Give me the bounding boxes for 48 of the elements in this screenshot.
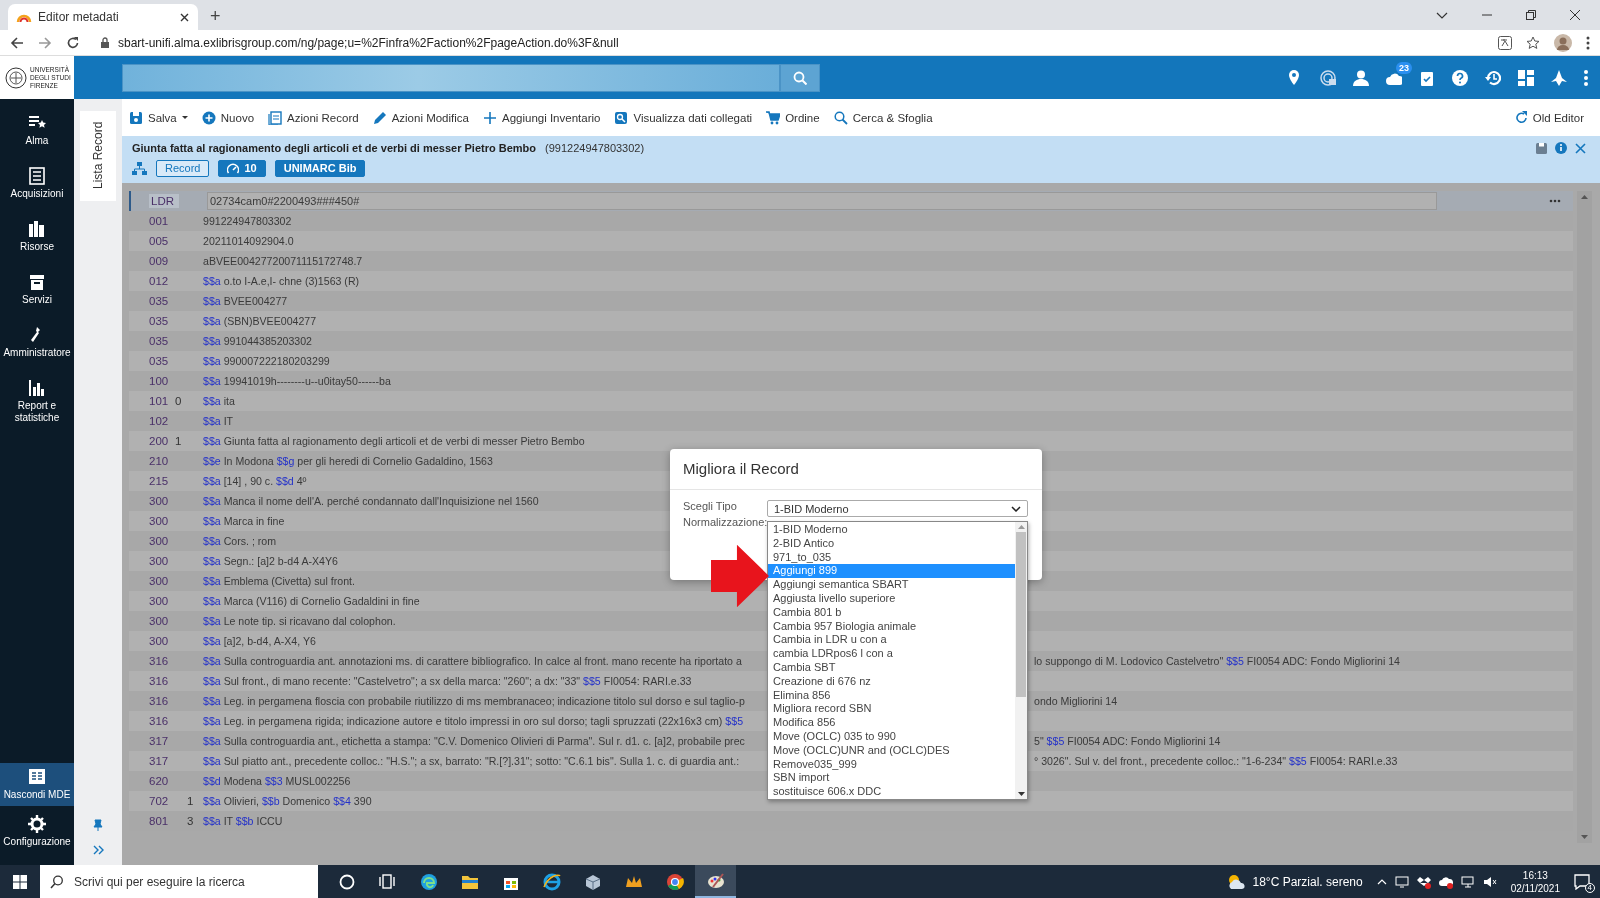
field-tag: 300 [149,535,175,547]
field-tag: 001 [149,215,175,227]
field-tag: 005 [149,235,175,247]
field-tag: 620 [149,775,175,787]
record-title: Giunta fatta al ragionamento degli articoli et de verbi di messer Pietro Bembo [132,142,537,154]
field-tag: LDR [149,194,179,208]
field-label: Normalizzazione: [683,516,767,529]
field-tag: 300 [149,575,175,587]
field-tag: 215 [149,475,175,487]
field-tag: 300 [149,515,175,527]
field-tag: 009 [149,255,175,267]
weather-text: 18°C Parzial. sereno [1252,874,1363,889]
field-label: Scegli Tipo [683,500,738,513]
field-tag: 101 [149,395,175,407]
field-tag: 316 [149,695,175,707]
field-tag: 300 [149,615,175,627]
dialog-title: Migliora il Record [670,449,1042,490]
field-tag: 300 [149,635,175,647]
field-tag: 100 [149,375,175,387]
field-tag: 316 [149,715,175,727]
field-tag: 035 [149,355,175,367]
field-tag: 317 [149,755,175,767]
indicator: 0 [175,395,183,407]
field-tag: 317 [149,735,175,747]
tab-title: Editor metadati [38,10,120,24]
field-tag: 102 [149,415,175,427]
field-tag: 035 [149,315,175,327]
record-badge: UNIMARC Bib [274,160,366,177]
field-tag: 801 [149,815,175,827]
field-tag: 035 [149,335,175,347]
indicator: 1 [175,435,183,447]
field-tag: 300 [149,555,175,567]
field-tag: 316 [149,675,175,687]
notification-badge: 4 [1584,882,1595,893]
indicator: 3 [187,815,195,827]
indicator: 1 [187,795,195,807]
field-tag: 200 [149,435,175,447]
record-badge: Record [156,160,210,177]
field-tag: 012 [149,275,175,287]
field-tag: 210 [149,455,175,467]
field-tag: 035 [149,295,175,307]
field-tag: 702 [149,795,175,807]
notification-badge: 23 [1396,61,1412,74]
record-badge: 10 [218,160,266,177]
field-tag: 300 [149,495,175,507]
field-tag: 300 [149,595,175,607]
field-tag: 316 [149,655,175,667]
record-id: (991224947803302) [545,142,645,154]
